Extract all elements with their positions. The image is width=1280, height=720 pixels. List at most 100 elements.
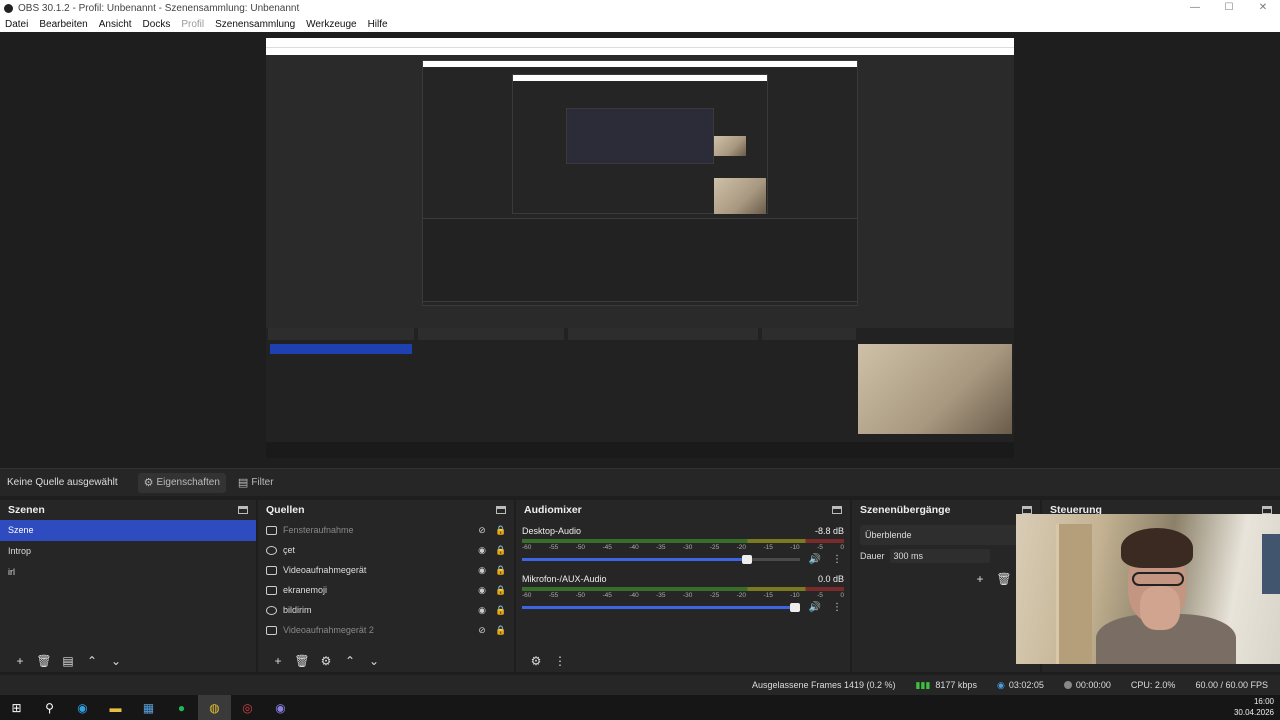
- more-options-icon[interactable]: ⋮: [548, 654, 572, 668]
- undock-icon[interactable]: [832, 506, 842, 514]
- filter-button[interactable]: ▤ Filter: [232, 473, 280, 493]
- trash-icon[interactable]: 🗑: [290, 654, 314, 668]
- scene-item-irl[interactable]: irl: [0, 562, 256, 583]
- properties-button[interactable]: ⚙ Eigenschaften: [137, 472, 226, 493]
- volume-meter: [522, 539, 844, 543]
- mixer-footer: ⚙ ⋮: [516, 654, 572, 668]
- transition-select[interactable]: Überblende: [860, 525, 1032, 545]
- eye-hidden-icon[interactable]: ⊘: [476, 525, 488, 536]
- source-item[interactable]: Videoaufnahmegerät 2 ⊘ 🔒: [258, 620, 514, 640]
- volume-slider[interactable]: [522, 555, 800, 564]
- lock-icon[interactable]: 🔒: [495, 545, 507, 556]
- source-item[interactable]: ekranemoji ◉ 🔒: [258, 580, 514, 600]
- edge-icon[interactable]: ◉: [66, 695, 99, 720]
- undock-icon[interactable]: [1022, 506, 1032, 514]
- eye-icon[interactable]: ◉: [476, 545, 488, 556]
- preview-mini-webcam: [858, 344, 1012, 434]
- tick: -20: [736, 592, 747, 599]
- undock-icon[interactable]: [496, 506, 506, 514]
- preview-mini-taskbar: [266, 442, 1014, 458]
- sources-footer: + 🗑 ⚙ ⌃ ⌄: [258, 654, 386, 668]
- tick: -60: [522, 544, 532, 551]
- program-preview[interactable]: [266, 38, 1014, 458]
- scene-item-introp[interactable]: Introp: [0, 541, 256, 562]
- lock-icon[interactable]: 🔒: [495, 585, 507, 596]
- gear-icon[interactable]: ⚙: [314, 654, 338, 668]
- lock-icon[interactable]: 🔒: [495, 525, 507, 536]
- mixer-channel-desktop: Desktop-Audio -8.8 dB -60 -55 -50 -45 -40 -35…: [516, 526, 850, 565]
- undock-icon[interactable]: [238, 506, 248, 514]
- volume-slider[interactable]: [522, 603, 800, 612]
- trash-icon[interactable]: 🗑: [992, 572, 1016, 586]
- lock-icon[interactable]: 🔒: [495, 625, 507, 636]
- minimize-button[interactable]: —: [1178, 0, 1212, 16]
- obs-icon[interactable]: ◉: [264, 695, 297, 720]
- arrow-up-icon[interactable]: ⌃: [338, 654, 362, 668]
- chrome-icon[interactable]: ◍: [198, 695, 231, 720]
- trash-icon[interactable]: 🗑: [32, 654, 56, 668]
- preview-nested-docks-main: [266, 328, 1014, 458]
- volume-knob[interactable]: [790, 603, 800, 612]
- arrow-up-icon[interactable]: ⌃: [80, 654, 104, 668]
- volume-fill: [522, 606, 800, 609]
- store-icon[interactable]: ▦: [132, 695, 165, 720]
- app-icon[interactable]: ◎: [231, 695, 264, 720]
- menu-docks[interactable]: Docks: [143, 19, 171, 30]
- windows-icon[interactable]: ⊞: [0, 695, 33, 720]
- preview-nested-window-3: [566, 108, 714, 164]
- more-options-icon[interactable]: ⋮: [830, 602, 844, 613]
- volume-knob[interactable]: [742, 555, 753, 564]
- gear-icon[interactable]: ⚙: [524, 654, 548, 668]
- tick: -5: [817, 544, 823, 551]
- search-icon[interactable]: ⚲: [33, 695, 66, 720]
- maximize-button[interactable]: ☐: [1212, 0, 1246, 16]
- menu-hilfe[interactable]: Hilfe: [368, 19, 388, 30]
- menu-datei[interactable]: Datei: [5, 19, 28, 30]
- source-item[interactable]: çet ◉ 🔒: [258, 540, 514, 560]
- lock-icon[interactable]: 🔒: [495, 605, 507, 616]
- spotify-icon[interactable]: ●: [165, 695, 198, 720]
- more-options-icon[interactable]: ⋮: [830, 554, 844, 565]
- menu-szenensammlung[interactable]: Szenensammlung: [215, 19, 295, 30]
- lock-icon[interactable]: 🔒: [495, 565, 507, 576]
- preview-mini-transitions: [762, 328, 856, 340]
- eye-icon[interactable]: ◉: [476, 565, 488, 576]
- menu-bearbeiten[interactable]: Bearbeiten: [39, 19, 87, 30]
- add-icon[interactable]: +: [266, 654, 290, 668]
- tick: -20: [736, 544, 747, 551]
- add-icon[interactable]: +: [968, 572, 992, 586]
- filter-icon: ▤: [237, 477, 249, 489]
- speaker-icon[interactable]: 🔊: [806, 554, 824, 565]
- arrow-down-icon[interactable]: ⌄: [104, 654, 128, 668]
- preview-mini-selected-scene: [270, 344, 412, 354]
- preview-mini-mixer: [568, 328, 758, 340]
- tick: -45: [602, 592, 612, 599]
- add-icon[interactable]: +: [8, 654, 32, 668]
- window-icon: [266, 525, 277, 535]
- tick: -15: [763, 544, 773, 551]
- filter-icon[interactable]: ▤: [56, 654, 80, 668]
- explorer-icon[interactable]: ▬: [99, 695, 132, 720]
- transitions-title: Szenenübergänge: [860, 504, 951, 516]
- eye-icon[interactable]: ◉: [476, 605, 488, 616]
- source-item[interactable]: Videoaufnahmegerät ◉ 🔒: [258, 560, 514, 580]
- menu-profil[interactable]: Profil: [181, 19, 204, 30]
- close-button[interactable]: ✕: [1246, 0, 1280, 16]
- menu-ansicht[interactable]: Ansicht: [99, 19, 132, 30]
- undock-icon[interactable]: [1262, 506, 1272, 514]
- eye-icon[interactable]: ◉: [476, 585, 488, 596]
- camera-icon: [266, 585, 277, 595]
- scene-item-szene[interactable]: Szene: [0, 520, 256, 541]
- arrow-down-icon[interactable]: ⌄: [362, 654, 386, 668]
- duration-input[interactable]: 300 ms: [889, 549, 990, 563]
- speaker-icon[interactable]: 🔊: [806, 602, 824, 613]
- preview-nested-menubar-2: [513, 75, 767, 81]
- eye-hidden-icon[interactable]: ⊘: [476, 625, 488, 636]
- source-item[interactable]: bildirim ◉ 🔒: [258, 600, 514, 620]
- windows-taskbar: ⊞ ⚲ ◉ ▬ ▦ ● ◍ ◎ ◉ 16:00 30.04.2026: [0, 695, 1280, 720]
- properties-label: Eigenschaften: [156, 477, 220, 488]
- source-item[interactable]: Fensteraufnahme ⊘ 🔒: [258, 520, 514, 540]
- system-clock[interactable]: 16:00 30.04.2026: [1234, 696, 1274, 718]
- mixer-title: Audiomixer: [524, 504, 582, 516]
- menu-werkzeuge[interactable]: Werkzeuge: [306, 19, 356, 30]
